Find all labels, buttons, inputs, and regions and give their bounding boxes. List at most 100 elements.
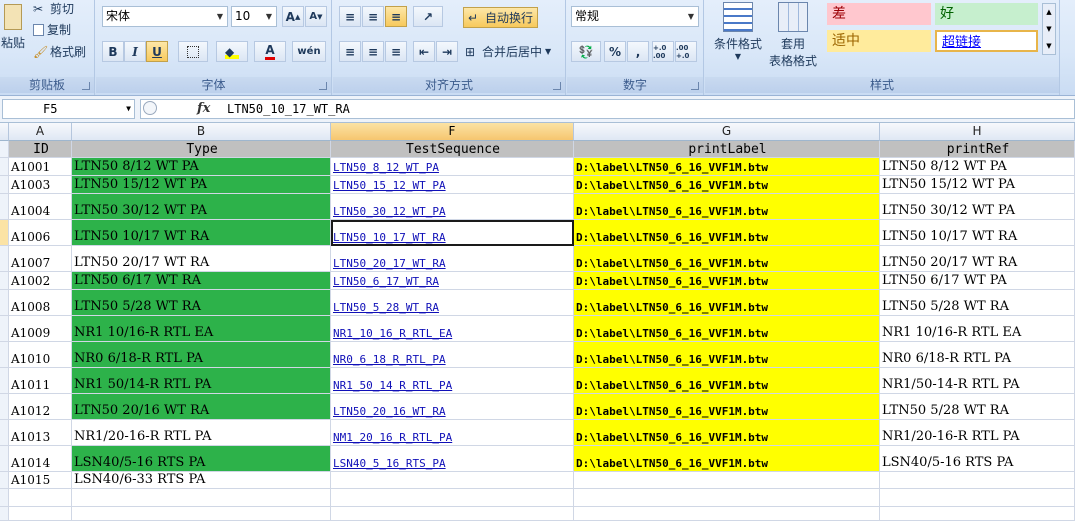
cell-id[interactable]: A1011	[9, 368, 72, 394]
header-cell-print-label[interactable]: printLabel	[574, 141, 880, 158]
cell-id[interactable]: A1002	[9, 272, 72, 290]
cell-id[interactable]: A1010	[9, 342, 72, 368]
cell-print-ref[interactable]: LTN50 5/28 WT RA	[880, 394, 1075, 420]
cell-type[interactable]: NR0 6/18-R RTL PA	[72, 342, 331, 368]
cell-print-label[interactable]: D:\label\LTN50_6_16_VVF1M.btw	[574, 158, 880, 176]
cell-test-sequence[interactable]: NR0_6_18_R_RTL_PA	[331, 342, 574, 368]
formula-input[interactable]: fx LTN50_10_17_WT_RA	[140, 99, 1075, 119]
cell-print-ref[interactable]: LTN50 20/17 WT RA	[880, 246, 1075, 272]
cell-test-sequence[interactable]: LTN50_15_12_WT_PA	[331, 176, 574, 194]
cell-test-sequence[interactable]: LSN40_5_16_RTS_PA	[331, 446, 574, 472]
increase-decimal-button[interactable]: +.0 .00	[652, 41, 674, 62]
cell-print-ref[interactable]: LTN50 15/12 WT PA	[880, 176, 1075, 194]
empty-cell[interactable]	[574, 507, 880, 521]
cell-test-sequence[interactable]: LTN50_20_16_WT_RA	[331, 394, 574, 420]
cell-id[interactable]: A1007	[9, 246, 72, 272]
conditional-format-button[interactable]: 条件格式 ▼	[709, 2, 767, 61]
fill-color-button[interactable]: ◆	[216, 41, 248, 62]
italic-button[interactable]: I	[124, 41, 146, 62]
underline-button[interactable]: U	[146, 41, 168, 62]
select-all-corner[interactable]	[0, 123, 9, 141]
row-header[interactable]	[0, 141, 9, 158]
align-right-button[interactable]: ≡	[385, 41, 407, 62]
comma-button[interactable]: ,	[627, 41, 649, 62]
cell-print-ref[interactable]: LTN50 6/17 WT PA	[880, 272, 1075, 290]
cell-print-ref[interactable]: LTN50 5/28 WT RA	[880, 290, 1075, 316]
font-name-select[interactable]: 宋体 ▼	[102, 6, 228, 27]
cell-print-label[interactable]: D:\label\LTN50_6_16_VVF1M.btw	[574, 194, 880, 220]
empty-cell[interactable]	[9, 507, 72, 521]
cell-print-ref[interactable]: LSN40/5-16 RTS PA	[880, 446, 1075, 472]
font-size-select[interactable]: 10 ▼	[231, 6, 277, 27]
row-header[interactable]	[0, 368, 9, 394]
row-header[interactable]	[0, 446, 9, 472]
cell-id[interactable]: A1004	[9, 194, 72, 220]
empty-cell[interactable]	[72, 507, 331, 521]
currency-button[interactable]: 💱	[571, 41, 601, 62]
cell-id[interactable]: A1008	[9, 290, 72, 316]
cell-test-sequence[interactable]: LTN50_5_28_WT_RA	[331, 290, 574, 316]
font-launcher-icon[interactable]	[319, 82, 327, 90]
cell-id[interactable]: A1012	[9, 394, 72, 420]
row-header[interactable]	[0, 489, 9, 507]
cell-id[interactable]: A1013	[9, 420, 72, 446]
cell-type[interactable]: LTN50 8/12 WT PA	[72, 158, 331, 176]
row-header[interactable]	[0, 316, 9, 342]
column-header-g[interactable]: G	[574, 123, 880, 141]
cell-test-sequence[interactable]: NR1_10_16_R_RTL_EA	[331, 316, 574, 342]
border-button[interactable]	[178, 41, 208, 62]
cell-id[interactable]: A1014	[9, 446, 72, 472]
cell-print-label[interactable]: D:\label\LTN50_6_16_VVF1M.btw	[574, 316, 880, 342]
cell-id[interactable]: A1006	[9, 220, 72, 246]
row-header[interactable]	[0, 342, 9, 368]
fx-icon[interactable]: fx	[197, 101, 210, 116]
style-neutral[interactable]: 适中	[827, 30, 931, 52]
cell-print-label[interactable]: D:\label\LTN50_6_16_VVF1M.btw	[574, 272, 880, 290]
cell-id[interactable]: A1015	[9, 472, 72, 489]
cell-type[interactable]: LSN40/6-33 RTS PA	[72, 472, 331, 489]
empty-cell[interactable]	[574, 489, 880, 507]
orientation-button[interactable]: ↗	[413, 6, 443, 27]
empty-cell[interactable]	[880, 489, 1075, 507]
cell-type[interactable]: LTN50 10/17 WT RA	[72, 220, 331, 246]
grow-font-button[interactable]: A ▲	[282, 6, 304, 27]
align-left-button[interactable]: ≡	[339, 41, 361, 62]
cell-print-ref[interactable]: LTN50 8/12 WT PA	[880, 158, 1075, 176]
header-cell-test-sequence[interactable]: TestSequence	[331, 141, 574, 158]
cell-type[interactable]: LTN50 15/12 WT PA	[72, 176, 331, 194]
cell-print-ref[interactable]: LTN50 30/12 WT PA	[880, 194, 1075, 220]
cell-type[interactable]: LTN50 20/16 WT RA	[72, 394, 331, 420]
cell-type[interactable]: LSN40/5-16 RTS PA	[72, 446, 331, 472]
style-hyperlink[interactable]: 超链接	[935, 30, 1038, 52]
cell-test-sequence[interactable]: NM1_20_16_R_RTL_PA	[331, 420, 574, 446]
font-color-button[interactable]: A	[254, 41, 286, 62]
header-cell-type[interactable]: Type	[72, 141, 331, 158]
cell-print-ref[interactable]: NR0 6/18-R RTL PA	[880, 342, 1075, 368]
row-header[interactable]	[0, 472, 9, 489]
cell-test-sequence[interactable]: LTN50_6_17_WT_RA	[331, 272, 574, 290]
number-format-select[interactable]: 常规 ▼	[571, 6, 699, 27]
format-painter-button[interactable]: 🖌 格式刷	[33, 43, 86, 60]
align-middle-button[interactable]: ≡	[362, 6, 384, 27]
cell-print-label[interactable]: D:\label\LTN50_6_16_VVF1M.btw	[574, 246, 880, 272]
empty-cell[interactable]	[331, 507, 574, 521]
align-bottom-button[interactable]: ≡	[385, 6, 407, 27]
cell-print-label[interactable]: D:\label\LTN50_6_16_VVF1M.btw	[574, 220, 880, 246]
row-header[interactable]	[0, 394, 9, 420]
merge-center-button[interactable]: ⊞ 合并后居中 ▼	[465, 43, 551, 60]
cell-type[interactable]: LTN50 5/28 WT RA	[72, 290, 331, 316]
cell-print-label[interactable]: D:\label\LTN50_6_16_VVF1M.btw	[574, 420, 880, 446]
empty-cell[interactable]	[72, 489, 331, 507]
cell-id[interactable]: A1003	[9, 176, 72, 194]
cell-type[interactable]: LTN50 30/12 WT PA	[72, 194, 331, 220]
alignment-launcher-icon[interactable]	[553, 82, 561, 90]
name-box[interactable]: F5 ▼	[2, 99, 135, 119]
cell-test-sequence[interactable]: LTN50_8_12_WT_PA	[331, 158, 574, 176]
style-good[interactable]: 好	[935, 3, 1038, 25]
cell-print-label[interactable]: D:\label\LTN50_6_16_VVF1M.btw	[574, 394, 880, 420]
column-header-b[interactable]: B	[72, 123, 331, 141]
cell-test-sequence[interactable]: LTN50_20_17_WT_RA	[331, 246, 574, 272]
header-cell-print-ref[interactable]: printRef	[880, 141, 1075, 158]
bold-button[interactable]: B	[102, 41, 124, 62]
cell-test-sequence[interactable]: NR1_50_14_R_RTL_PA	[331, 368, 574, 394]
